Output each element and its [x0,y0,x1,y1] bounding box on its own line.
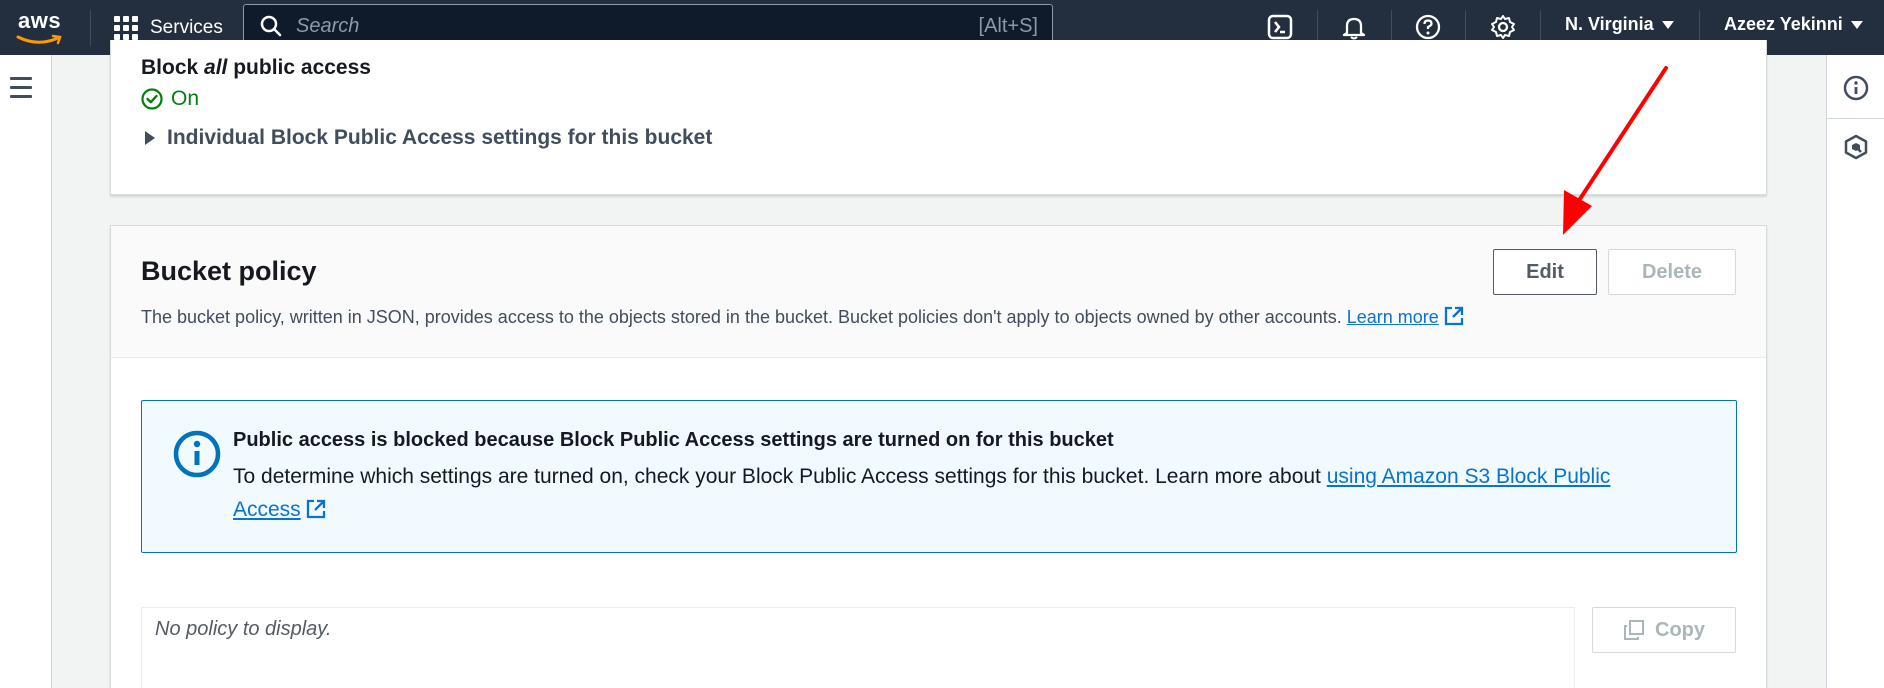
nav-divider [90,10,91,46]
copy-button[interactable]: Copy [1592,607,1736,653]
alert-body: To determine which settings are turned o… [233,465,1611,521]
bucket-policy-card: Bucket policy The bucket policy, written… [110,225,1767,688]
rail-divider [1827,118,1884,119]
info-alert: Public access is blocked because Block P… [141,400,1737,553]
region-selector[interactable]: N. Virginia [1565,14,1674,35]
block-access-status: On [141,87,199,111]
info-icon [173,430,221,478]
external-link-icon [306,499,325,519]
bucket-policy-description: The bucket policy, written in JSON, prov… [141,305,1465,328]
block-public-access-card: Block all public access On Individual Bl… [110,40,1767,195]
account-menu[interactable]: Azeez Yekinni [1724,14,1863,35]
search-input[interactable] [296,14,946,38]
amazon-q-icon[interactable] [1843,134,1869,165]
copy-icon [1624,620,1644,640]
caret-down-icon [1850,20,1863,29]
help-icon[interactable] [1413,12,1443,42]
status-text: On [171,87,200,110]
policy-display-box: No policy to display. [141,607,1575,688]
cloudshell-icon[interactable] [1265,12,1295,42]
block-all-public-access-label: Block all public access [141,56,371,79]
info-panel-icon[interactable] [1843,75,1869,106]
policy-placeholder-text: No policy to display. [155,618,332,640]
bucket-policy-title: Bucket policy [141,256,317,286]
edit-button[interactable]: Edit [1493,249,1597,295]
user-name: Azeez Yekinni [1724,14,1843,34]
aws-logo[interactable]: aws [16,8,68,48]
notifications-bell-icon[interactable] [1339,12,1369,42]
right-tools-rail [1826,55,1884,688]
left-navigation-rail [0,55,52,688]
delete-button[interactable]: Delete [1608,249,1736,295]
aws-smile-icon [16,34,62,45]
region-label: N. Virginia [1565,14,1654,34]
copy-label: Copy [1655,618,1705,641]
services-grid-icon [114,16,138,40]
search-icon [260,15,282,37]
individual-settings-expander[interactable]: Individual Block Public Access settings … [145,126,712,150]
search-shortcut-hint: [Alt+S] [978,14,1038,37]
menu-hamburger-icon[interactable] [10,77,32,104]
settings-gear-icon[interactable] [1488,12,1518,42]
success-check-icon [141,88,163,110]
aws-logo-text: aws [18,8,62,33]
alert-title: Public access is blocked because Block P… [233,429,1114,451]
services-label: Services [150,17,223,38]
external-link-icon [1444,306,1463,326]
caret-right-icon [145,131,155,145]
caret-down-icon [1661,20,1674,29]
annotation-arrow [1563,66,1668,235]
expander-label: Individual Block Public Access settings … [167,126,713,149]
learn-more-link[interactable]: Learn more [1347,307,1439,327]
bucket-policy-header: Bucket policy The bucket policy, written… [111,226,1766,358]
